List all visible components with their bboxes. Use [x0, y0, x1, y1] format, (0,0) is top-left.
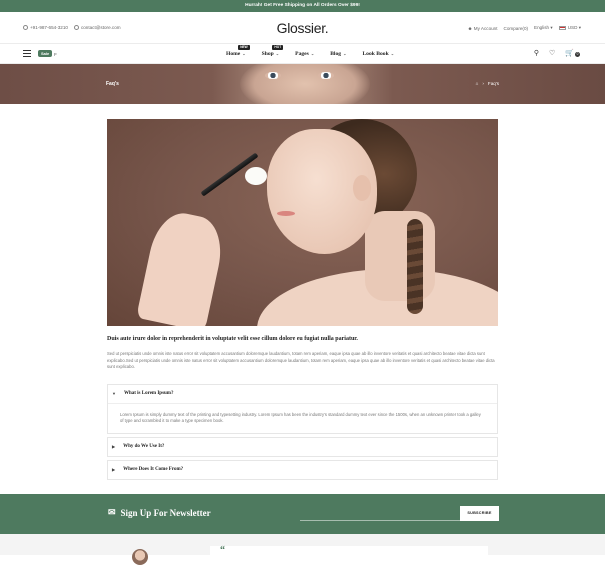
image-braid — [407, 219, 423, 314]
nav-item-label: Shop — [261, 51, 274, 57]
banner-eye — [265, 72, 281, 79]
feature-image — [107, 119, 498, 326]
nav-item-shop[interactable]: Shop ⌄ HOT — [261, 44, 284, 64]
sale-badge: Sale — [38, 50, 53, 57]
main-content: Duis aute irure dolor in reprehenderit i… — [107, 119, 498, 483]
language-select[interactable]: English ▾ — [534, 25, 553, 31]
chevron-down-icon: ⌄ — [242, 51, 246, 56]
newsletter-section: ✉ Sign Up For Newsletter — [0, 494, 605, 534]
banner-image — [240, 64, 370, 104]
testimonial-card — [210, 546, 488, 558]
body-paragraph: Sed ut perspiciatis unde omnis iste natu… — [107, 351, 495, 370]
chevron-down-icon: ⌄ — [310, 51, 315, 56]
nav-item-pages[interactable]: Pages ⌄ — [295, 44, 314, 64]
faq-item: ▶ Where Does It Come From? — [107, 459, 498, 480]
us-flag-icon — [558, 25, 566, 30]
compare-link[interactable]: Compare(0) — [504, 26, 529, 31]
site-header: +91-987-654-3210 contact@store.com Gloss… — [0, 12, 605, 44]
faq-item: ▼ What is Lorem Ipsum? Lorem Ipsum is sim… — [107, 383, 498, 434]
account-links: ☻ My Account Compare(0) English ▾ USD ▾ — [468, 25, 581, 31]
page-banner: Faq's ⌂ › Faq's — [0, 64, 605, 104]
announcement-bar: Hurrah! Get Free Shipping on All Orders … — [0, 0, 605, 12]
promo-text: p — [54, 51, 57, 56]
breadcrumb: ⌂ › Faq's — [476, 81, 499, 86]
menu-icon[interactable] — [23, 50, 31, 57]
lead-text: Duis aute irure dolor in reprehenderit i… — [107, 336, 358, 342]
faq-answer: Lorem Ipsum is simply dummy text of the … — [108, 402, 497, 433]
nav-icons: ⚲ ♡ 🛒 0 — [534, 49, 580, 57]
chevron-down-icon: ▾ — [550, 25, 553, 30]
cart-button[interactable]: 🛒 0 — [565, 49, 580, 57]
image-ear — [353, 175, 371, 201]
currency-select[interactable]: USD ▾ — [558, 25, 581, 31]
breadcrumb-current: Faq's — [487, 81, 499, 86]
new-badge: NEW — [238, 45, 250, 50]
faq-item: ▶ Why do We Use It? — [107, 436, 498, 457]
mail-icon: ✉ — [108, 507, 116, 517]
image-hand — [136, 207, 228, 326]
image-neck — [365, 211, 435, 301]
currency-label: USD — [567, 25, 578, 30]
promo-tag[interactable]: Sale p — [38, 50, 56, 57]
search-icon[interactable]: ⚲ — [534, 49, 539, 57]
faq-accordion: ▼ What is Lorem Ipsum? Lorem Ipsum is sim… — [107, 383, 498, 480]
nav-item-label: Home — [226, 51, 241, 57]
nav-item-label: Look Book — [362, 51, 389, 57]
nav-item-look-book[interactable]: Look Book ⌄ — [362, 44, 394, 64]
cart-icon: 🛒 — [565, 50, 574, 57]
faq-question[interactable]: ▼ What is Lorem Ipsum? — [108, 385, 497, 403]
faq-question-text: What is Lorem Ipsum? — [123, 391, 174, 397]
nav-item-home[interactable]: Home ⌄ NEW — [226, 44, 250, 64]
my-account-link[interactable]: ☻ My Account — [468, 26, 498, 31]
avatar — [132, 549, 148, 565]
faq-question[interactable]: ▶ Why do We Use It? — [108, 438, 497, 456]
newsletter-title: ✉ Sign Up For Newsletter — [108, 507, 211, 518]
cart-count: 0 — [575, 52, 580, 57]
newsletter-title-text: Sign Up For Newsletter — [120, 507, 211, 518]
main-nav: Sale p Home ⌄ NEW Shop ⌄ HOT Pages ⌄ Blog ⌄ Lo… — [0, 44, 605, 64]
newsletter-email-input[interactable] — [300, 507, 460, 521]
chevron-right-icon: ▶ — [112, 444, 116, 450]
breadcrumb-separator-icon: › — [482, 81, 484, 86]
home-icon[interactable]: ⌂ — [476, 81, 479, 86]
user-icon: ☻ — [467, 25, 473, 31]
chevron-right-icon: ▶ — [112, 467, 116, 473]
my-account-label: My Account — [473, 25, 498, 31]
image-lips — [277, 211, 295, 216]
quote-icon: “ — [220, 545, 225, 556]
faq-question-text: Why do We Use It? — [123, 444, 165, 450]
heart-icon[interactable]: ♡ — [549, 49, 555, 57]
nav-item-label: Pages — [295, 51, 309, 57]
hot-badge: HOT — [272, 45, 284, 50]
chevron-down-icon: ▼ — [112, 391, 116, 397]
nav-item-label: Blog — [330, 51, 342, 57]
nav-item-blog[interactable]: Blog ⌄ — [330, 44, 346, 64]
language-label: English — [534, 25, 550, 30]
faq-question-text: Where Does It Come From? — [123, 467, 184, 473]
banner-eye — [318, 72, 334, 79]
page-title: Faq's — [106, 81, 119, 87]
announcement-text: Hurrah! Get Free Shipping on All Orders … — [245, 3, 360, 8]
chevron-down-icon: ⌄ — [390, 51, 395, 56]
chevron-down-icon: ⌄ — [343, 51, 347, 56]
chevron-down-icon: ⌄ — [275, 51, 280, 56]
chevron-down-icon: ▾ — [578, 25, 581, 30]
image-brush-head — [245, 167, 267, 185]
nav-menu: Home ⌄ NEW Shop ⌄ HOT Pages ⌄ Blog ⌄ Look Book… — [226, 44, 410, 64]
subscribe-button[interactable]: SUBSCRIBE — [460, 506, 499, 521]
faq-question[interactable]: ▶ Where Does It Come From? — [108, 461, 497, 479]
